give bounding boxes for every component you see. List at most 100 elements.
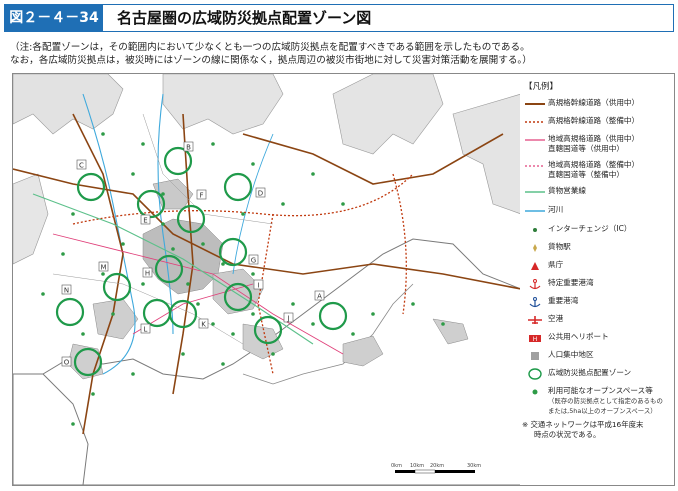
open-space-dot — [311, 322, 315, 326]
legend-label-main: 地域高規格道路（整備中） — [548, 160, 640, 169]
legend-label-sub: または,5ha以上のオープンスペース） — [548, 407, 657, 415]
legend-label: 地域高規格道路（整備中） 直轄国道等（整備中） — [548, 160, 639, 180]
open-space-dot — [41, 292, 45, 296]
open-space-dot — [211, 142, 215, 146]
open-space-dot — [121, 242, 125, 246]
legend-label: 公共用ヘリポート — [548, 332, 609, 341]
legend-footnote: ※ 交通ネットワークは平成16年度末 時点の状況である。 — [522, 420, 643, 440]
legend-label: 河川 — [548, 205, 564, 214]
zone-label-m: M — [100, 263, 106, 271]
open-space-dot — [71, 422, 75, 426]
special-port-anchor-icon — [529, 279, 541, 290]
legend-label-main: 地域高規格道路（供用中） — [548, 134, 640, 143]
zone-label-a: A — [317, 292, 322, 300]
open-space-dot — [101, 272, 105, 276]
open-space-dot — [271, 352, 275, 356]
legend-panel: 【凡例】 高規格幹線道路（供用中） 高規格幹線道路（整備中） 地域高規格道路（供… — [520, 73, 675, 486]
legend-label: インターチェンジ（IC） — [548, 224, 632, 233]
map-panel: A B C D E F G H I J K L M N O 0km 10km 20km 30km — [12, 73, 522, 486]
zone-circle-k — [168, 299, 198, 329]
open-space-dot — [221, 362, 225, 366]
open-space-dot — [291, 302, 295, 306]
open-space-dot — [181, 352, 185, 356]
expressway-built-swatch — [525, 103, 545, 105]
map-canvas: A B C D E F G H I J K L M N O 0km 10km 20km 30km — [13, 74, 521, 485]
zone-label-i: I — [257, 281, 259, 289]
open-space-dot — [311, 172, 315, 176]
interchange-icon — [533, 228, 537, 232]
zone-circle-g — [218, 237, 248, 267]
urban-area — [212, 268, 264, 315]
zone-label-g: G — [251, 256, 256, 264]
note-line-2: なお，各広域防災拠点は，被災時にはゾーンの線に関係なく，拠点周辺の被災市街地に対… — [10, 55, 532, 66]
open-space-dot — [131, 172, 135, 176]
open-space-dot — [81, 332, 85, 336]
legend-label: 県庁 — [548, 260, 564, 269]
open-space-dot — [441, 322, 445, 326]
major-port-anchor-icon — [529, 297, 541, 308]
legend-label: 貨物営業線 — [548, 186, 586, 195]
open-space-dot — [371, 312, 375, 316]
zone-circle-swatch — [528, 368, 542, 380]
note-line-1: （注:各配置ゾーンは，その範囲内において少なくとも一つの広域防災拠点を配置すべき… — [10, 42, 530, 53]
regional-road-built-swatch — [525, 139, 545, 141]
zone-label-b: B — [186, 143, 191, 151]
open-space-dot — [111, 312, 115, 316]
zone-circle-b — [163, 146, 193, 176]
open-space-dot — [241, 212, 245, 216]
zone-label-l: L — [144, 325, 148, 333]
open-space-dot — [281, 202, 285, 206]
open-space-dot — [61, 252, 65, 256]
legend-label-main: 利用可能なオープンスペース等 — [548, 386, 653, 395]
freight-line-swatch — [525, 191, 545, 193]
open-space-dot — [251, 272, 255, 276]
legend-label: 利用可能なオープンスペース等 （既存の防災拠点として指定のあるもの または,5h… — [548, 386, 663, 416]
legend-label: 特定重要港湾 — [548, 278, 594, 287]
river — [232, 133, 274, 275]
zone-label-d: D — [258, 189, 263, 197]
legend-label: 高規格幹線道路（整備中） — [548, 116, 640, 125]
mountain-area — [452, 93, 521, 215]
legend-label-sub: 直轄国道等（整備中） — [548, 170, 624, 179]
legend-label-sub: 直轄国道等（供用中） — [548, 144, 624, 153]
figure-title: 名古屋圏の広域防災拠点配置ゾーン図 — [117, 9, 372, 27]
mountain-area — [162, 74, 284, 135]
mountain-area — [332, 74, 444, 155]
prefecture-office-icon — [531, 262, 539, 270]
open-space-dot — [411, 302, 415, 306]
open-space-dot — [251, 312, 255, 316]
open-space-dot — [196, 302, 200, 306]
scale-label: 20km — [430, 463, 444, 469]
zone-label-c: C — [79, 161, 84, 169]
legend-label: 空港 — [548, 314, 564, 323]
scale-label: 0km — [391, 463, 402, 469]
open-space-dot-swatch — [532, 389, 538, 395]
expressway-planned-swatch — [525, 121, 545, 123]
zone-label-n: N — [64, 286, 69, 294]
airport-plane-icon — [528, 316, 542, 324]
heliport-icon: H — [529, 335, 541, 343]
open-space-dot — [171, 247, 175, 251]
zone-circle-d — [223, 172, 253, 202]
zone-label-k: K — [201, 320, 206, 328]
mountain-area — [13, 74, 124, 135]
river-swatch — [525, 210, 545, 212]
urban-area — [92, 298, 139, 340]
zone-label-f: F — [199, 191, 203, 199]
open-space-dot — [231, 332, 235, 336]
zone-label-e: E — [143, 216, 147, 224]
regional-road-planned-swatch — [525, 165, 545, 167]
legend-label-sub: （既存の防災拠点として指定のあるもの — [548, 397, 663, 405]
open-space-dot — [351, 332, 355, 336]
figure-title-bar: 図２－４－34 名古屋圏の広域防災拠点配置ゾーン図 — [4, 4, 674, 32]
freight-station-icon — [533, 244, 537, 252]
open-space-dot — [251, 162, 255, 166]
open-space-dot — [101, 132, 105, 136]
open-space-dot — [161, 222, 165, 226]
legend-label: 高規格幹線道路（供用中） — [548, 98, 640, 107]
legend-label: 貨物駅 — [548, 242, 571, 251]
zone-label-j: J — [286, 314, 289, 322]
open-space-dot — [186, 282, 190, 286]
figure-number: 図２－４－34 — [5, 5, 103, 31]
populated-area-swatch — [531, 352, 539, 360]
